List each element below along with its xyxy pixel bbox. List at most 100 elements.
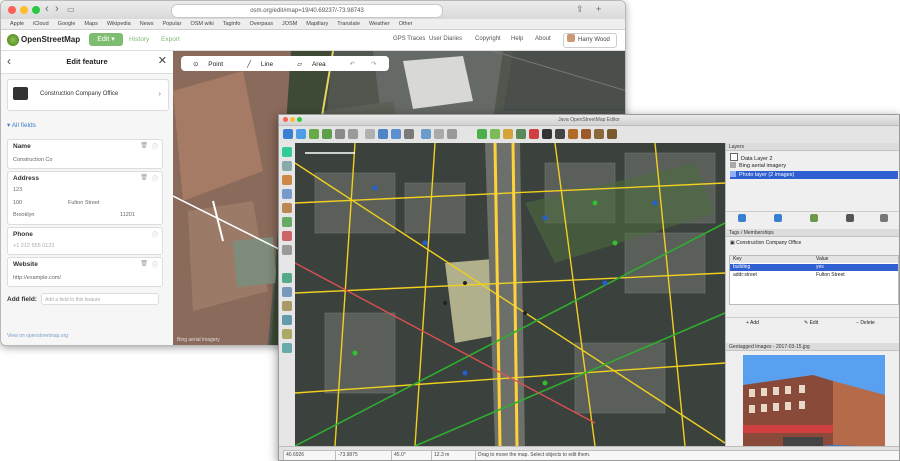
bookmark-item[interactable]: Mapillary xyxy=(306,21,328,27)
extrude-tool-icon[interactable] xyxy=(282,203,292,213)
add-area-button[interactable]: ▱ Area xyxy=(297,60,334,68)
user-diaries-link[interactable]: User Diaries xyxy=(429,36,462,42)
export-link[interactable]: Export xyxy=(161,36,180,43)
new-tab-icon[interactable]: + xyxy=(596,4,601,14)
bus-preset-icon[interactable] xyxy=(555,129,565,139)
photo-panel-header[interactable]: Geotagged Images - 2017-03-15.jpg xyxy=(726,343,899,351)
bookmark-item[interactable]: Wikipedia xyxy=(107,21,131,27)
person-preset-icon[interactable] xyxy=(568,129,578,139)
download-icon[interactable] xyxy=(309,129,319,139)
toggle-images-icon[interactable] xyxy=(282,343,292,353)
bookmark-item[interactable]: OSM wiki xyxy=(190,21,213,27)
phone-input[interactable]: +1 212 555 0123 xyxy=(13,243,54,249)
sidebar-toggle-icon[interactable]: ▭ xyxy=(67,5,75,14)
trash-icon[interactable]: 🗑 xyxy=(140,142,148,149)
select-tool-icon[interactable] xyxy=(282,147,292,157)
copyright-link[interactable]: Copyright xyxy=(475,36,501,42)
site-name[interactable]: OpenStreetMap xyxy=(21,35,80,44)
merge-icon[interactable] xyxy=(810,214,818,222)
upload-icon[interactable] xyxy=(322,129,332,139)
car-preset-icon[interactable] xyxy=(542,129,552,139)
trash-icon[interactable]: 🗑 xyxy=(140,174,148,181)
tag-row[interactable]: building yes xyxy=(730,264,898,271)
preset-icon[interactable] xyxy=(477,129,487,139)
tree-preset-icon[interactable] xyxy=(516,129,526,139)
split-icon[interactable] xyxy=(447,129,457,139)
help-link[interactable]: Help xyxy=(511,36,523,42)
josm-map-view[interactable] xyxy=(295,143,725,446)
street-input[interactable]: Fulton Street xyxy=(68,200,100,206)
layers-panel-header[interactable]: Layers xyxy=(726,143,899,151)
website-input[interactable]: http://example.com/ xyxy=(13,275,61,281)
zoom-tool-icon[interactable] xyxy=(282,175,292,185)
bookmark-item[interactable]: iCloud xyxy=(33,21,49,27)
postcode-input[interactable]: 11201 xyxy=(120,212,135,218)
redo-icon[interactable] xyxy=(348,129,358,139)
minimize-window-button[interactable] xyxy=(290,117,295,122)
close-icon[interactable]: ✕ xyxy=(158,54,167,67)
address-number-input[interactable]: 100 xyxy=(13,200,22,206)
layer-item-selected[interactable]: Photo layer (2 images) xyxy=(730,171,898,179)
bookmark-item[interactable]: Apple xyxy=(10,21,24,27)
info-icon[interactable]: ⓘ xyxy=(152,260,158,269)
pencil-icon[interactable] xyxy=(282,245,292,255)
edit-button[interactable]: Edit ▾ xyxy=(89,33,123,46)
toggle-validator-icon[interactable] xyxy=(282,315,292,325)
back-arrow-icon[interactable]: ‹ xyxy=(45,3,49,15)
minimize-window-button[interactable] xyxy=(20,6,28,14)
add-field-input[interactable]: Add a field to this feature xyxy=(41,293,159,305)
user-menu[interactable]: Harry Wood xyxy=(563,33,617,48)
bookmark-item[interactable]: Weather xyxy=(369,21,390,27)
toggle-tags-icon[interactable] xyxy=(282,287,292,297)
combine-icon[interactable] xyxy=(434,129,444,139)
wireframe-icon[interactable] xyxy=(404,129,414,139)
delete-tool-icon[interactable] xyxy=(282,189,292,199)
info-icon[interactable]: ⓘ xyxy=(152,230,158,239)
parallel-tool-icon[interactable] xyxy=(282,231,292,241)
bookmark-item[interactable]: Taginfo xyxy=(223,21,241,27)
bookmark-item[interactable]: JOSM xyxy=(282,21,297,27)
delete-tag-button[interactable]: − Delete xyxy=(856,318,875,329)
preset-selector[interactable]: Construction Company Office › xyxy=(7,79,169,111)
open-file-icon[interactable] xyxy=(283,129,293,139)
delete-icon[interactable] xyxy=(421,129,431,139)
bookmark-item[interactable]: Overpass xyxy=(249,21,273,27)
building-preset-icon[interactable] xyxy=(503,129,513,139)
close-window-button[interactable] xyxy=(283,117,288,122)
housenumber-input[interactable]: 123 xyxy=(13,187,22,193)
bookmark-item[interactable]: Translate xyxy=(337,21,360,27)
share-icon[interactable]: ⇪ xyxy=(576,4,584,15)
bookmark-item[interactable]: News xyxy=(140,21,154,27)
tag-row[interactable]: addr:street Fulton Street xyxy=(730,272,898,279)
trash-icon[interactable] xyxy=(880,214,888,222)
edit-tag-button[interactable]: ✎ Edit xyxy=(804,318,818,329)
shop-preset-icon[interactable] xyxy=(529,129,539,139)
draw-tool-icon[interactable] xyxy=(282,161,292,171)
validator-icon[interactable] xyxy=(490,129,500,139)
search-icon[interactable] xyxy=(365,129,375,139)
zoom-icon[interactable] xyxy=(391,129,401,139)
undo-icon[interactable] xyxy=(335,129,345,139)
add-point-button[interactable]: ⊙ Point xyxy=(193,60,231,68)
layer-item[interactable]: Bing aerial imagery xyxy=(730,162,898,170)
bookmark-item[interactable]: Popular xyxy=(162,21,181,27)
move-up-icon[interactable] xyxy=(738,214,746,222)
key-column-header[interactable]: Key xyxy=(733,256,742,263)
bookmark-item[interactable]: Google xyxy=(58,21,76,27)
move-down-icon[interactable] xyxy=(774,214,782,222)
close-window-button[interactable] xyxy=(8,6,16,14)
bookmark-item[interactable]: Other xyxy=(399,21,413,27)
zoom-window-button[interactable] xyxy=(32,6,40,14)
preferences-icon[interactable] xyxy=(378,129,388,139)
city-input[interactable]: Brooklyn xyxy=(13,212,34,218)
zoom-window-button[interactable] xyxy=(297,117,302,122)
add-tag-button[interactable]: + Add xyxy=(746,318,759,329)
name-input[interactable]: Construction Co xyxy=(13,157,52,163)
address-bar[interactable]: osm.org/edit#map=19/40.69237/-73.98743 xyxy=(171,4,443,18)
factory-preset-icon[interactable] xyxy=(607,129,617,139)
sofa-preset-icon[interactable] xyxy=(594,129,604,139)
forward-arrow-icon[interactable]: › xyxy=(55,3,59,15)
save-icon[interactable] xyxy=(296,129,306,139)
trash-icon[interactable]: 🗑 xyxy=(140,260,148,267)
bookmark-item[interactable]: Maps xyxy=(84,21,97,27)
